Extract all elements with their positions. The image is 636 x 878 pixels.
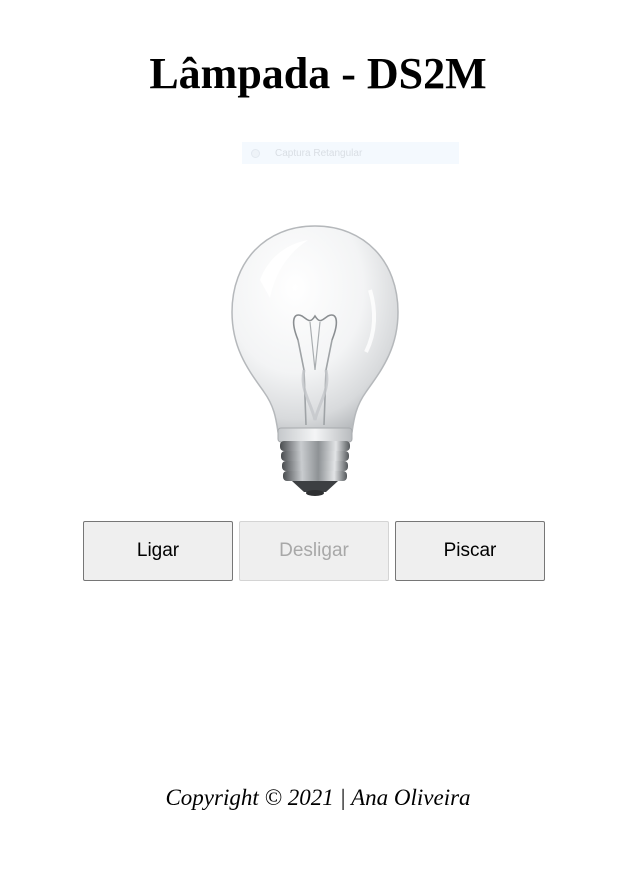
lightbulb-icon	[231, 225, 399, 496]
page-title: Lâmpada - DS2M	[149, 49, 487, 98]
copyright-footer: Copyright © 2021 | Ana Oliveira	[165, 785, 471, 810]
snip-tool-overlay: Captura Retangular	[242, 142, 459, 164]
turn-off-button[interactable]: Desligar	[239, 521, 389, 581]
circle-icon	[251, 148, 260, 158]
blink-button[interactable]: Piscar	[395, 521, 545, 581]
turn-on-button[interactable]: Ligar	[83, 521, 233, 581]
snip-tool-label: Captura Retangular	[275, 147, 363, 159]
button-row: Ligar Desligar Piscar	[83, 521, 553, 581]
